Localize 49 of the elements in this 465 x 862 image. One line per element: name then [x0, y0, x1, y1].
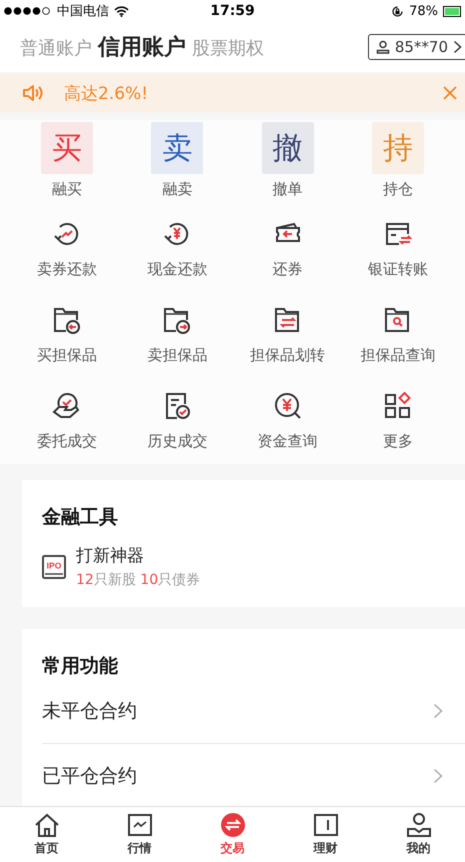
ipo-book-icon[interactable]: IPO	[42, 554, 66, 578]
wifi-icon	[114, 6, 129, 16]
function-label: 历史成交	[147, 432, 208, 451]
home-icon	[34, 812, 60, 838]
function-label: 担保品查询	[360, 346, 436, 365]
battery-text: 78%	[409, 4, 438, 18]
clock-text: 17:59	[210, 3, 255, 19]
function-label: 卖担保品	[147, 346, 208, 365]
exchange-icon	[220, 812, 246, 838]
person-icon	[406, 812, 432, 838]
section-title: 金融工具	[42, 505, 119, 530]
function-label: 资金查询	[258, 432, 318, 451]
account-button[interactable]: 85**70	[368, 34, 465, 60]
function-label: 更多	[382, 432, 413, 451]
function-label: 持仓	[382, 180, 413, 199]
section-title: 常用功能	[42, 654, 119, 679]
function-label: 还券	[272, 260, 303, 279]
tab-bar-item[interactable]: 交易	[202, 807, 262, 862]
chevron-right-icon	[433, 703, 443, 719]
notice-text: 高达2.6%!	[64, 82, 150, 104]
ipo-tool-title[interactable]: 打新神器	[76, 544, 200, 567]
carrier-text: 中国电信	[57, 3, 109, 20]
tab-bar-item[interactable]: 理财	[296, 807, 356, 862]
chart-icon	[126, 812, 152, 838]
function-label: 银证转账	[368, 260, 428, 279]
function-tile[interactable]: 卖	[151, 122, 204, 174]
function-label: 撤单	[272, 180, 303, 199]
chevron-right-icon	[453, 40, 462, 54]
function-label: 卖券还款	[37, 260, 98, 279]
speaker-icon	[22, 84, 44, 102]
function-label: 融买	[52, 180, 82, 199]
function-tile[interactable]: 撤	[262, 122, 314, 174]
contract-row[interactable]: 未平仓合约	[42, 679, 465, 744]
function-label: 买担保品	[37, 346, 98, 365]
chevron-right-icon	[433, 768, 443, 784]
tab-bar-item[interactable]: 行情	[110, 807, 170, 862]
person-icon	[376, 40, 390, 54]
function-label: 现金还款	[147, 260, 208, 279]
tab-bar-item[interactable]: 首页	[16, 807, 76, 862]
signal-icon	[4, 7, 52, 15]
ipo-summary: 12只新股 10只债券	[76, 571, 200, 589]
account-tab[interactable]: 信用账户	[98, 32, 186, 62]
battery-icon	[443, 6, 461, 16]
tab-bar-item[interactable]: 我的	[388, 807, 448, 862]
lock-rotation-icon	[391, 4, 404, 18]
function-label: 担保品划转	[250, 346, 326, 365]
panel-icon	[312, 812, 338, 838]
function-label: 委托成交	[37, 432, 98, 451]
function-label: 融卖	[162, 180, 192, 199]
